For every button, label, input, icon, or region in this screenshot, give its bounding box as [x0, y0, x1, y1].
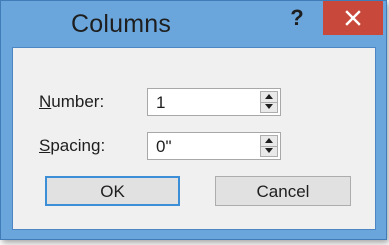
arrow-up-icon [265, 94, 273, 99]
number-row: Number: 1 [13, 88, 375, 116]
spacing-value[interactable]: 0" [156, 137, 172, 157]
close-icon [345, 10, 361, 26]
close-button[interactable] [323, 1, 383, 35]
arrow-down-icon [265, 148, 273, 153]
number-spin-down-button[interactable] [261, 102, 277, 112]
cancel-button[interactable]: Cancel [215, 176, 351, 206]
spacing-spin-down-button[interactable] [261, 146, 277, 156]
spacing-spinner[interactable] [260, 135, 278, 157]
spacing-row: Spacing: 0" [13, 132, 375, 160]
number-field[interactable]: 1 [147, 88, 281, 116]
ok-button[interactable]: OK [45, 176, 180, 206]
dialog-body: Number: 1 Spacing: 0" OK Cancel [12, 47, 376, 230]
number-label-text: umber: [51, 92, 105, 111]
number-label-accelerator: N [39, 92, 52, 111]
arrow-up-icon [265, 138, 273, 143]
title-bar[interactable]: Columns ? [1, 1, 386, 47]
spacing-field[interactable]: 0" [147, 132, 281, 160]
dialog-title: Columns [71, 10, 172, 38]
number-label: Number: [39, 92, 104, 112]
arrow-down-icon [265, 104, 273, 109]
number-spinner[interactable] [260, 91, 278, 113]
spacing-label-accelerator: S [39, 136, 51, 155]
spacing-label-text: pacing: [50, 136, 106, 155]
columns-dialog: Columns ? Number: 1 Spacing: 0" OK Cance… [0, 0, 387, 240]
number-value[interactable]: 1 [156, 93, 165, 113]
spacing-label: Spacing: [39, 136, 105, 156]
help-button[interactable]: ? [284, 5, 310, 31]
